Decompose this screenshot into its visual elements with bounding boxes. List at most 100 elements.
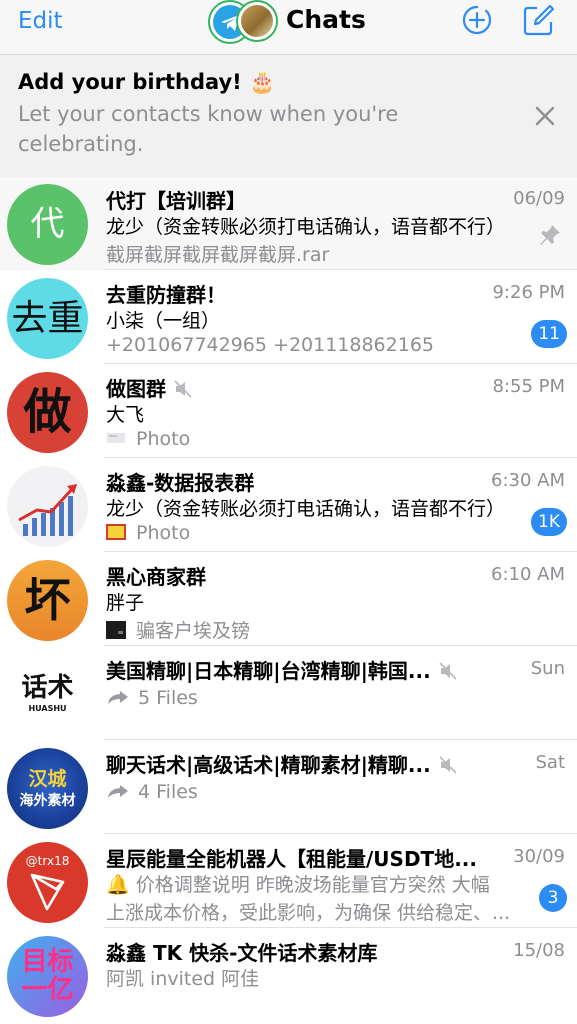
chat-time: 6:10 AM [491, 564, 565, 585]
chat-row[interactable]: @trx18 星辰能量全能机器人【租能量/USDT地... 30/09 🔔 价格… [0, 835, 577, 928]
unread-badge: 3 [539, 884, 567, 912]
chat-row[interactable]: 汉城 海外素材 聊天话术|高级话术|精聊素材|精聊... Sat 4 Files [0, 741, 577, 834]
compose-icon[interactable] [522, 3, 556, 37]
chat-time: Sat [535, 752, 565, 773]
chat-row[interactable]: 坏 黑心商家群 6:10 AM 胖子 骗客户埃及镑 [0, 553, 577, 646]
chat-preview-text: 骗客户埃及镑 [136, 620, 251, 642]
photo-thumbnail-icon [107, 433, 125, 443]
avatar-initial: 做 [23, 384, 72, 440]
avatar: @trx18 [7, 842, 88, 923]
chat-name-text: 聊天话术|高级话术|精聊素材|精聊... [106, 753, 431, 777]
chat-name: 代打【培训群】 [106, 189, 246, 213]
banner-title: Add your birthday! 🎂 [18, 70, 276, 94]
avatar: 去重 [7, 278, 88, 359]
plus-circle-icon[interactable] [460, 3, 494, 37]
chat-name-text: 做图群 [106, 377, 166, 401]
chat-preview-text: 5 Files [138, 687, 198, 709]
avatar-initial: 目标一亿 [21, 947, 74, 1005]
chart-avatar-icon [18, 484, 77, 536]
chat-time: 6:30 AM [491, 470, 565, 491]
row-divider [104, 645, 577, 646]
banner-text: Let your contacts know when you're celeb… [18, 102, 399, 156]
chat-preview-text: Photo [136, 428, 191, 450]
story-avatar-contact[interactable] [236, 0, 278, 42]
row-divider [104, 269, 577, 270]
chat-sender: 龙少（资金转账必须打电话确认，语音都不行） [106, 498, 506, 520]
avatar-initial: 代 [30, 204, 65, 244]
chat-row[interactable]: 目标一亿 淼鑫 TK 快杀-文件话术素材库 15/08 阿凯 invited 阿… [0, 929, 577, 1022]
chat-time: Sun [530, 658, 565, 679]
row-divider [104, 833, 577, 834]
avatar-subtext: 海外素材 [19, 793, 76, 809]
chat-preview: 4 Files [106, 781, 198, 803]
row-divider [104, 551, 577, 552]
chat-sender: 🔔 价格调整说明 昨晚波场能量官方突然 大幅 [106, 874, 490, 896]
avatar [7, 466, 88, 547]
chat-name: 做图群 [106, 373, 194, 402]
chat-preview: 上涨成本价格，受此影响，为确保 供给稳定、... [106, 902, 511, 924]
chat-row[interactable]: 做 做图群 8:55 PM 大飞 Photo [0, 365, 577, 458]
avatar-initial: 坏 [24, 573, 71, 627]
unread-badge: 11 [531, 320, 567, 348]
mute-icon [174, 380, 192, 398]
forward-icon [108, 785, 128, 798]
story-avatars[interactable] [208, 0, 278, 44]
forward-icon [108, 691, 128, 704]
chat-name: 淼鑫 TK 快杀-文件话术素材库 [106, 941, 378, 965]
avatar-initial: 话术 [21, 673, 74, 703]
chat-preview-text: Photo [136, 522, 191, 544]
row-divider [104, 363, 577, 364]
row-divider [104, 927, 577, 928]
row-divider [104, 739, 577, 740]
avatar-initial: 去重 [11, 298, 84, 339]
chat-name: 聊天话术|高级话术|精聊素材|精聊... [106, 749, 459, 778]
chat-row[interactable]: 话术 HUASHU 美国精聊|日本精聊|台湾精聊|韩国... Sun 5 Fil… [0, 647, 577, 740]
chat-name: 淼鑫-数据报表群 [106, 471, 255, 495]
chat-preview: 5 Files [106, 687, 198, 709]
pin-icon [540, 225, 560, 245]
chat-time: 9:26 PM [492, 282, 565, 303]
chat-preview: +201067742965 +201118862165 [106, 334, 435, 356]
chat-row[interactable]: 淼鑫-数据报表群 6:30 AM 龙少（资金转账必须打电话确认，语音都不行） P… [0, 459, 577, 552]
row-divider [104, 457, 577, 458]
chat-time: 15/08 [513, 940, 565, 961]
avatar: 话术 HUASHU [7, 654, 88, 735]
chat-sender: 大飞 [106, 404, 145, 426]
unread-badge: 1K [531, 508, 567, 536]
chat-time: 06/09 [513, 188, 565, 209]
avatar: 汉城 海外素材 [7, 748, 88, 829]
tron-logo-icon [30, 873, 65, 911]
chat-sender: 龙少（资金转账必须打电话确认，语音都不行） [106, 216, 506, 238]
avatar-subtext: HUASHU [28, 704, 67, 713]
avatar: 做 [7, 372, 88, 453]
photo-thumbnail-icon [106, 621, 126, 639]
chat-name: 去重防撞群！ [106, 283, 226, 307]
chat-row[interactable]: 代 代打【培训群】 06/09 龙少（资金转账必须打电话确认，语音都不行） 截屏… [0, 177, 577, 270]
chat-row[interactable]: 去重 去重防撞群！ 9:26 PM 小柒（一组） +201067742965 +… [0, 271, 577, 364]
chat-preview-text: 4 Files [138, 781, 198, 803]
avatar-initial: 汉城 [28, 768, 67, 790]
chat-name: 星辰能量全能机器人【租能量/USDT地... [106, 847, 477, 871]
chat-preview: Photo [106, 428, 190, 450]
avatar: 目标一亿 [7, 936, 88, 1017]
chat-preview: 阿凯 invited 阿佳 [106, 968, 260, 990]
chat-name: 美国精聊|日本精聊|台湾精聊|韩国... [106, 655, 459, 684]
chat-name: 黑心商家群 [106, 565, 206, 589]
edit-button[interactable]: Edit [18, 8, 63, 34]
close-icon[interactable] [532, 103, 558, 129]
mute-icon [439, 662, 457, 680]
chat-time: 30/09 [513, 846, 565, 867]
chat-preview: 截屏截屏截屏截屏截屏.rar [106, 244, 330, 266]
nav-bar: Edit Chats [0, 0, 577, 55]
birthday-banner[interactable]: Add your birthday! 🎂 Let your contacts k… [0, 55, 577, 178]
photo-thumbnail-icon [106, 524, 126, 540]
chat-name-text: 美国精聊|日本精聊|台湾精聊|韩国... [106, 659, 431, 683]
avatar: 坏 [7, 560, 88, 641]
avatar-handle: @trx18 [25, 854, 70, 868]
chat-time: 8:55 PM [492, 376, 565, 397]
chat-sender: 胖子 [106, 592, 145, 614]
chat-preview: 骗客户埃及镑 [106, 616, 250, 643]
mute-icon [439, 756, 457, 774]
avatar: 代 [7, 184, 88, 265]
chat-sender: 小柒（一组） [106, 310, 221, 332]
